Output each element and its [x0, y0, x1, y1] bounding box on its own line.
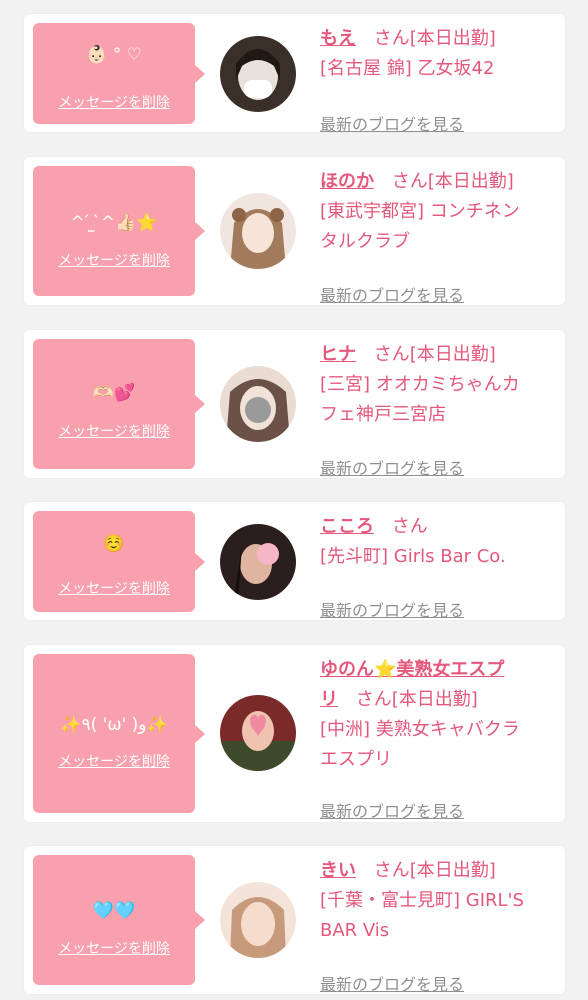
- girl-name-link[interactable]: ゆのん: [320, 659, 374, 680]
- delete-message-link[interactable]: メッセージを削除: [33, 252, 195, 270]
- delete-message-link[interactable]: メッセージを削除: [33, 423, 195, 441]
- girl-name-link[interactable]: もえ: [320, 28, 356, 49]
- honorific: さん: [373, 28, 410, 49]
- avatar[interactable]: [220, 193, 296, 269]
- latest-blog-link[interactable]: 最新のブログを見る: [320, 282, 464, 306]
- girl-name-link[interactable]: ヒナ: [320, 344, 356, 365]
- message-card: ✨٩( 'ω' )و✨ メッセージを削除 ゆのん⭐美熟女エスプ リ さん[本日出…: [24, 645, 565, 822]
- shop-name: [先斗町] Girls Bar Co.: [320, 546, 506, 567]
- latest-blog-link[interactable]: 最新のブログを見る: [320, 111, 464, 135]
- shop-name: [名古屋 錦] 乙女坂42: [320, 58, 495, 79]
- girl-name-link-continued[interactable]: リ: [320, 689, 338, 710]
- message-card: 🩵🩵 メッセージを削除 きい さん[本日出勤] [千葉・富士見町] GIRL'S…: [24, 846, 565, 994]
- message-bubble: ^ ́ ̫ ̀^👍🏻⭐️ メッセージを削除: [33, 166, 205, 296]
- work-status: [本日出勤]: [409, 344, 496, 365]
- shop-name-continued: エスプリ: [320, 749, 392, 770]
- message-text: 🩵🩵: [92, 901, 136, 921]
- message-bubble: ☺️ メッセージを削除: [33, 511, 205, 612]
- avatar[interactable]: [220, 366, 296, 442]
- delete-message-link[interactable]: メッセージを削除: [33, 940, 195, 958]
- girl-info: ほのか さん[本日出勤] [東武宇都宮] コンチネン タルクラブ 最新のブログを…: [320, 167, 552, 305]
- message-text: ☺️: [103, 534, 125, 554]
- shop-name: [三宮] オオカミちゃんカ: [320, 374, 520, 395]
- work-status: [本日出勤]: [391, 689, 478, 710]
- avatar-image: [220, 882, 296, 958]
- message-bubble: ✨٩( 'ω' )و✨ メッセージを削除: [33, 654, 205, 813]
- avatar-image: [220, 36, 296, 112]
- avatar-image: [220, 524, 296, 600]
- latest-blog-link[interactable]: 最新のブログを見る: [320, 971, 464, 995]
- girl-name-link[interactable]: ほのか: [320, 171, 374, 192]
- latest-blog-link[interactable]: 最新のブログを見る: [320, 597, 464, 621]
- avatar[interactable]: [220, 36, 296, 112]
- honorific: さん: [355, 689, 392, 710]
- work-status: [本日出勤]: [409, 28, 496, 49]
- girl-info: もえ さん[本日出勤] [名古屋 錦] 乙女坂42 最新のブログを見る: [320, 24, 552, 134]
- message-card: ^ ́ ̫ ̀^👍🏻⭐️ メッセージを削除 ほのか さん[本日出勤] [東武宇都…: [24, 157, 565, 305]
- message-text: 👶🏻 ° ♡: [86, 45, 142, 65]
- shop-name: [中洲] 美熟女キャバクラ: [320, 719, 520, 740]
- avatar-image: [220, 695, 296, 771]
- honorific: さん: [373, 344, 410, 365]
- honorific: さん: [391, 171, 428, 192]
- girl-info: ゆのん⭐美熟女エスプ リ さん[本日出勤] [中洲] 美熟女キャバクラ エスプリ…: [320, 655, 552, 821]
- girl-info: こころ さん [先斗町] Girls Bar Co. 最新のブログを見る: [320, 512, 552, 620]
- message-text: 🫶🏻💕: [92, 383, 136, 403]
- message-card: 🫶🏻💕 メッセージを削除 ヒナ さん[本日出勤] [三宮] オオカミちゃんカ フ…: [24, 330, 565, 478]
- message-card: 👶🏻 ° ♡ メッセージを削除 もえ さん[本日出勤] [名古屋 錦] 乙女坂4…: [24, 14, 565, 134]
- delete-message-link[interactable]: メッセージを削除: [33, 94, 195, 112]
- message-bubble: 👶🏻 ° ♡ メッセージを削除: [33, 23, 205, 124]
- latest-blog-link[interactable]: 最新のブログを見る: [320, 455, 464, 479]
- avatar-image: [220, 193, 296, 269]
- message-bubble: 🩵🩵 メッセージを削除: [33, 855, 205, 985]
- avatar[interactable]: [220, 524, 296, 600]
- honorific: さん: [373, 860, 410, 881]
- message-text: ^ ́ ̫ ̀^👍🏻⭐️: [70, 213, 158, 233]
- girl-info: ヒナ さん[本日出勤] [三宮] オオカミちゃんカ フェ神戸三宮店 最新のブログ…: [320, 340, 552, 478]
- message-card: ☺️ メッセージを削除 こころ さん [先斗町] Girls Bar Co. 最…: [24, 502, 565, 620]
- girl-name-suffix[interactable]: ⭐美熟女エスプ: [374, 659, 504, 680]
- shop-name-continued: タルクラブ: [320, 231, 410, 252]
- avatar[interactable]: [220, 695, 296, 771]
- message-bubble: 🫶🏻💕 メッセージを削除: [33, 339, 205, 469]
- shop-name: [千葉・富士見町] GIRL'S: [320, 890, 524, 911]
- shop-name-continued: フェ神戸三宮店: [320, 404, 446, 425]
- latest-blog-link[interactable]: 最新のブログを見る: [320, 798, 464, 822]
- work-status: [本日出勤]: [409, 860, 496, 881]
- work-status: [本日出勤]: [427, 171, 514, 192]
- shop-name-continued: BAR Vis: [320, 920, 390, 941]
- avatar[interactable]: [220, 882, 296, 958]
- honorific: さん: [391, 516, 428, 537]
- delete-message-link[interactable]: メッセージを削除: [33, 580, 195, 598]
- avatar-image: [220, 366, 296, 442]
- girl-info: きい さん[本日出勤] [千葉・富士見町] GIRL'S BAR Vis 最新の…: [320, 856, 552, 994]
- girl-name-link[interactable]: きい: [320, 860, 356, 881]
- message-text: ✨٩( 'ω' )و✨: [60, 715, 168, 735]
- delete-message-link[interactable]: メッセージを削除: [33, 753, 195, 771]
- shop-name: [東武宇都宮] コンチネン: [320, 201, 520, 222]
- girl-name-link[interactable]: こころ: [320, 516, 374, 537]
